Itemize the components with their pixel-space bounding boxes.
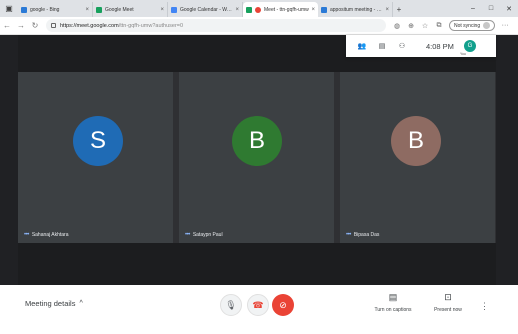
tab-title: Google Calendar - Week of 1 [180,6,233,13]
self-avatar[interactable]: G You [460,40,476,56]
tab-bing-meeting[interactable]: appositum meeting - Bing × [318,2,393,17]
stage-bottom-band [18,243,496,285]
present-now-button[interactable]: ⊡ Present now [420,292,476,313]
self-label: You [459,52,466,56]
url-host: https://meet.google.com [60,22,119,29]
call-controls-bar: Meeting details ^ 🎙 ☎ ⊘ ▤ Turn on captio… [0,285,518,334]
tab-google-calendar[interactable]: Google Calendar - Week of 1 × [168,2,243,17]
participant-tile[interactable]: S ••• Sahanaj Akhtara [18,72,173,243]
tab-actions-icon[interactable]: ▣ [0,0,18,17]
audio-indicator-icon: ••• [346,232,351,238]
calendar-icon [171,6,177,13]
participant-initial: S [89,127,106,154]
clock: 4:08 PM [426,41,454,51]
meeting-details-label: Meeting details [25,299,76,308]
more-options-icon[interactable]: ⋮ [480,301,489,312]
tab-google-meet[interactable]: Google Meet × [93,2,168,17]
meet-icon [96,6,102,13]
back-icon[interactable]: ← [0,21,14,30]
recording-icon [255,6,261,13]
window-close-icon[interactable]: ✕ [500,5,518,13]
participant-tile[interactable]: B ••• Bipasa Das [340,72,495,243]
reload-icon[interactable]: ↻ [28,21,42,30]
chevron-up-icon: ^ [79,300,83,307]
participant-name-label: ••• Sahanaj Akhtara [24,232,69,238]
close-icon[interactable]: × [311,7,315,13]
address-bar-row: ← → ↻ https://meet.google.com/ttn-gqfh-u… [0,17,518,35]
favorite-star-icon[interactable]: ☆ [418,22,432,30]
self-initial: G [467,43,473,49]
camera-button[interactable]: ⊘ [272,294,294,316]
lock-icon [51,23,56,28]
participant-name-label: ••• Bipasa Das [346,232,379,238]
activities-icon[interactable]: ⚇ [392,42,412,50]
microphone-icon: 🎙 [225,299,237,310]
tab-title: Google Meet [105,6,134,13]
microphone-button[interactable]: 🎙 [220,294,242,316]
audio-indicator-icon: ••• [24,232,29,238]
camera-off-icon: ⊘ [279,299,287,310]
close-icon[interactable]: × [160,7,164,13]
sync-label: Not syncing [454,22,481,29]
bing-icon [321,6,327,13]
close-icon[interactable]: × [385,7,389,13]
captions-button[interactable]: ▤ Turn on captions [365,292,421,313]
collections-icon[interactable]: ⧉ [432,22,446,30]
participants-stage: S ••• Sahanaj Akhtara B ••• Sataypn Paul… [18,72,496,243]
people-icon[interactable]: 👥 [352,42,372,50]
participant-avatar: B [391,116,441,166]
window-controls: – □ ✕ [464,0,518,17]
zoom-icon[interactable]: ⊕ [404,22,418,30]
participant-initial: B [407,127,424,154]
new-tab-button[interactable]: + [393,2,405,17]
tab-bing[interactable]: google - Bing × [18,2,93,17]
meeting-details-button[interactable]: Meeting details ^ [25,299,83,308]
end-call-button[interactable]: ☎ [247,294,269,316]
captions-label: Turn on captions [374,307,412,313]
participant-name-label: ••• Sataypn Paul [185,232,223,238]
top-right-panel: 👥 ▤ ⚇ 4:08 PM G You [346,35,496,57]
camera-permission-icon[interactable]: ◍ [390,22,404,30]
bing-icon [21,6,27,13]
tab-meet-active[interactable]: Meet - ttn-gqfh-umw × [243,2,318,17]
browser-window: ▣ google - Bing × Google Meet × Google C… [0,0,518,334]
close-icon[interactable]: × [85,7,89,13]
more-menu-icon[interactable]: ··· [498,22,512,29]
profile-avatar [483,22,491,29]
participant-initial: B [248,127,265,154]
audio-indicator-icon: ••• [185,232,190,238]
close-icon[interactable]: × [235,7,239,13]
participant-name: Bipasa Das [353,232,380,238]
participant-name: Sahanaj Akhtara [31,232,69,238]
maximize-icon[interactable]: □ [482,5,500,12]
tab-title: Meet - ttn-gqfh-umw [264,6,309,13]
tab-title: appositum meeting - Bing [330,6,384,13]
participant-tile[interactable]: B ••• Sataypn Paul [179,72,334,243]
profile-sync-button[interactable]: Not syncing [449,20,496,31]
tab-strip: ▣ google - Bing × Google Meet × Google C… [0,0,518,17]
participant-name: Sataypn Paul [192,232,223,238]
captions-icon: ▤ [388,292,398,302]
forward-icon[interactable]: → [14,21,28,30]
participant-avatar: B [232,116,282,166]
url-field[interactable]: https://meet.google.com/ttn-gqfh-umw?aut… [46,19,386,32]
participant-avatar: S [73,116,123,166]
present-label: Present now [434,307,462,313]
url-path: /ttn-gqfh-umw?authuser=0 [118,22,184,29]
tab-title: google - Bing [30,6,60,13]
minimize-icon[interactable]: – [464,5,482,12]
chat-icon[interactable]: ▤ [372,42,392,50]
hang-up-icon: ☎ [252,299,264,310]
meet-icon [246,6,252,13]
present-icon: ⊡ [444,292,452,302]
